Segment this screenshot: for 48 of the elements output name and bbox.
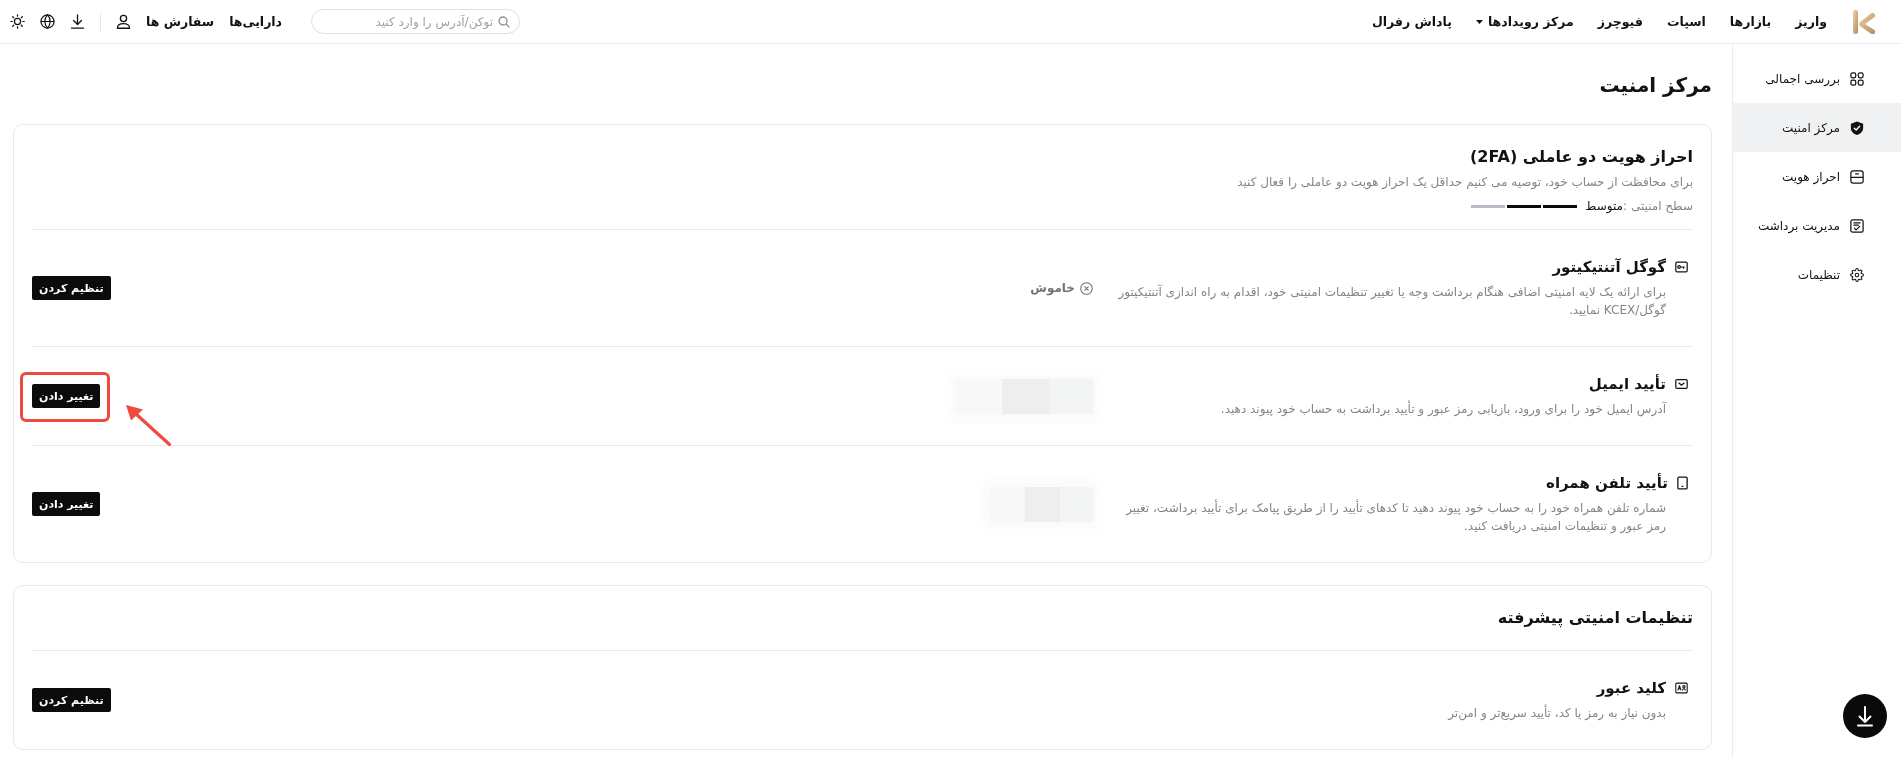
- pointer-arrow: [125, 404, 172, 447]
- logo-icon[interactable]: [1851, 9, 1877, 34]
- action-button[interactable]: تنظیم کردن: [32, 688, 111, 712]
- action-button[interactable]: تغییر دادن: [32, 492, 101, 516]
- shield-check-icon: [1850, 120, 1864, 135]
- grid-icon: [1850, 71, 1864, 86]
- nav-link[interactable]: سفارش ها: [146, 14, 215, 29]
- row-description: بدون نیاز به رمز یا کد، تأیید سریع‌تر و امن‌تر: [1446, 704, 1667, 722]
- key-icon: [1675, 261, 1688, 273]
- sun-icon[interactable]: [10, 14, 25, 29]
- search-field[interactable]: توکن/آدرس را وارد کنید: [311, 9, 521, 34]
- row-description: آدرس ایمیل خود را برای ورود، بازیابی رمز عبور و تأیید برداشت به حساب خود پیوند دهید.: [1219, 400, 1668, 418]
- user-icon[interactable]: [116, 14, 131, 29]
- nav-item[interactable]: واریز: [1795, 14, 1827, 29]
- nav-item[interactable]: مرکز رویدادها: [1475, 14, 1574, 29]
- section-title: تنظیمات امنیتی پیشرفته: [1496, 607, 1693, 630]
- search-icon: [498, 15, 511, 28]
- globe-icon[interactable]: [40, 14, 55, 29]
- sidebar-item[interactable]: مرکز امنیت: [1733, 103, 1901, 152]
- envelope-icon: [1675, 378, 1688, 390]
- phone-icon: [1677, 476, 1688, 490]
- nav-item[interactable]: فیوچرز: [1597, 14, 1643, 29]
- row-description: شماره تلفن همراه خود را به حساب خود پیوند دهید تا کدهای تأیید را از طریق پیامک برای تأیید برداشت، تغییر رمز عبور و تنظیمات امنیتی دریافت کنید.: [1124, 499, 1667, 535]
- action-button[interactable]: تنظیم کردن: [32, 276, 111, 300]
- row-description: برای ارائه یک لایه امنیتی اضافی هنگام برداشت وجه یا تغییر تنظیمات امنیتی خود، اقدام به راه اندازی آتنتیکیتور گوگل/KCEX نمایید.: [1117, 283, 1667, 319]
- checklist-icon: [1850, 218, 1864, 233]
- row-title: تأیید تلفن همراه: [1546, 473, 1668, 493]
- page-title: مرکز امنیت: [1598, 72, 1712, 99]
- row-title: کلید عبور: [1596, 678, 1666, 698]
- download-icon[interactable]: [1843, 694, 1887, 738]
- section-title: احراز هویت دو عاملی (2FA): [1469, 146, 1693, 168]
- row-title: گوگل آتنتیکیتور: [1552, 257, 1666, 277]
- download-icon[interactable]: [70, 14, 85, 29]
- card-icon: [1850, 169, 1864, 184]
- section-description: برای محافظت از حساب خود، توصیه می کنیم حداقل یک احراز هویت دو عاملی را فعال کنید: [1236, 174, 1693, 191]
- nav-item[interactable]: بازارها: [1729, 14, 1772, 29]
- nav-item[interactable]: پاداش رفرال: [1371, 14, 1452, 29]
- nav-item[interactable]: اسپات: [1666, 14, 1706, 29]
- nav-link[interactable]: دارایی‌ها: [229, 14, 283, 29]
- row-title: تأیید ایمیل: [1588, 374, 1666, 394]
- caret-icon: [1475, 19, 1483, 24]
- status-text: خاموش: [1030, 281, 1075, 295]
- settings-icon: [1850, 267, 1864, 282]
- close-circle-icon: [1080, 281, 1093, 295]
- security-level-value: متوسط: [1585, 198, 1624, 215]
- security-level-label: سطح امنیتی :: [1623, 198, 1693, 215]
- action-button[interactable]: تغییر دادن: [32, 384, 101, 408]
- user-card-icon: [1675, 682, 1688, 694]
